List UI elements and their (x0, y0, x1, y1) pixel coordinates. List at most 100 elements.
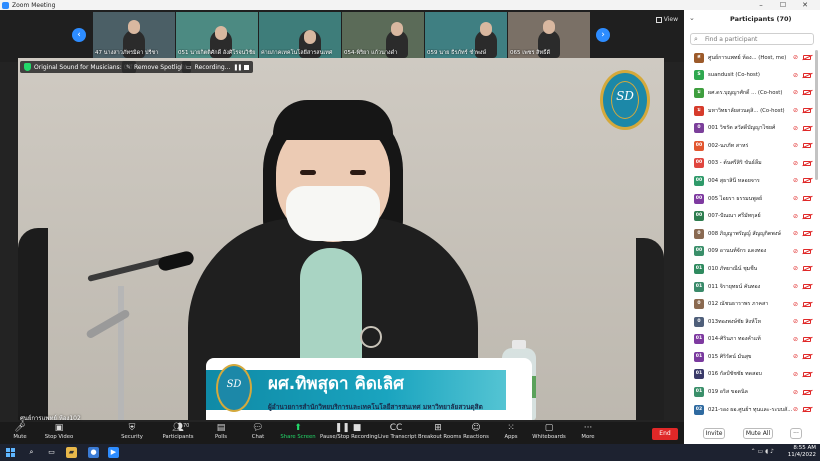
participant-row[interactable]: 0 012 ณัชนธาราพร ภาคสา ⊘ (684, 295, 814, 313)
muted-microphone-icon[interactable]: ⊘ (793, 72, 798, 79)
file-explorer-icon[interactable]: ▰ (66, 447, 77, 458)
task-view-icon[interactable]: ▭ (46, 447, 57, 458)
participant-row[interactable]: ศ ศูนย์การแพทย์ ห้อง... (Host, me) ⊘ (684, 49, 814, 67)
more-button[interactable]: ··· More (578, 422, 598, 444)
video-off-icon[interactable] (803, 319, 811, 325)
participant-search-input[interactable]: ⌕ Find a participant (690, 33, 814, 45)
participant-row[interactable]: 00 005 ไอยรา ธรรมนพูลย์ ⊘ (684, 190, 814, 208)
pause-icon[interactable]: ❚❚ (233, 64, 242, 71)
participant-row[interactable]: 01 019 อริส ขอดนิล ⊘ (684, 383, 814, 401)
participant-row[interactable]: 01 016 กัลป์ชัชชัย ทดสอบ ⊘ (684, 366, 814, 384)
security-button[interactable]: ⛨ Security (116, 422, 148, 444)
video-off-icon[interactable] (803, 389, 811, 395)
participant-row[interactable]: 00 007-ปัณณา ศรีมัทกุลย์ ⊘ (684, 207, 814, 225)
video-off-icon[interactable] (803, 196, 811, 202)
video-off-icon[interactable] (803, 266, 811, 272)
video-off-icon[interactable] (803, 371, 811, 377)
video-off-icon[interactable] (803, 354, 811, 360)
muted-microphone-icon[interactable]: ⊘ (793, 213, 798, 220)
video-off-icon[interactable] (803, 407, 811, 413)
stop-icon[interactable] (244, 64, 250, 70)
apps-button[interactable]: ⁙ Apps (500, 422, 522, 444)
pause-stop-recording-button[interactable]: ❚❚ ■ Pause/Stop Recording (320, 422, 378, 444)
muted-microphone-icon[interactable]: ⊘ (793, 125, 798, 132)
view-button[interactable]: View (655, 16, 678, 23)
maximize-button[interactable]: ☐ (772, 1, 794, 9)
video-off-icon[interactable] (803, 125, 811, 131)
system-tray[interactable]: ⌃ ▭ ◖ ♪ (751, 448, 774, 455)
invite-button[interactable]: Invite (703, 428, 725, 439)
video-off-icon[interactable] (803, 55, 811, 61)
share-screen-button[interactable]: ⬆ Share Screen (280, 422, 316, 444)
participant-thumbnail[interactable]: 059 นาย ธีรภัทร์ ชำพงษ์ (425, 12, 507, 58)
video-off-icon[interactable] (803, 213, 811, 219)
close-button[interactable]: ✕ (794, 1, 816, 9)
search-taskbar-icon[interactable]: ⌕ (26, 447, 37, 458)
muted-microphone-icon[interactable]: ⊘ (793, 89, 798, 96)
stop-video-button[interactable]: ▣ Stop Video (42, 422, 76, 444)
participant-row[interactable]: 01 015 ศิริรัตน์ มั่นสุข ⊘ (684, 348, 814, 366)
video-off-icon[interactable] (803, 231, 811, 237)
reactions-button[interactable]: ☺ Reactions (462, 422, 490, 444)
muted-microphone-icon[interactable]: ⊘ (793, 406, 798, 413)
participant-thumbnail[interactable]: 051 นายกิตติศักดิ์ อังศิโรจนวิชัย (176, 12, 258, 58)
muted-microphone-icon[interactable]: ⊘ (793, 142, 798, 149)
participant-thumbnail[interactable]: 065 เพชร สิทธิ์ดี (508, 12, 590, 58)
whiteboards-button[interactable]: ▢ Whiteboards (530, 422, 568, 444)
end-meeting-button[interactable]: End (652, 428, 678, 440)
participant-list-scrollbar[interactable] (815, 50, 818, 180)
muted-microphone-icon[interactable]: ⊘ (793, 353, 798, 360)
prev-page-button[interactable]: ‹ (72, 28, 86, 42)
participant-row[interactable]: 01 010 ภัทยาณีน์ ชุมชื่น ⊘ (684, 260, 814, 278)
windows-start-icon[interactable] (6, 448, 15, 457)
mute-all-button[interactable]: Mute All (743, 428, 773, 439)
muted-microphone-icon[interactable]: ⊘ (793, 195, 798, 202)
muted-microphone-icon[interactable]: ⊘ (793, 248, 798, 255)
video-off-icon[interactable] (803, 248, 811, 254)
muted-microphone-icon[interactable]: ⊘ (793, 265, 798, 272)
video-off-icon[interactable] (803, 108, 811, 114)
participant-row[interactable]: ม ผศ.ดร.บุญญาศักดิ์ ... (Co-host) ⊘ (684, 84, 814, 102)
muted-microphone-icon[interactable]: ⊘ (793, 283, 798, 290)
minimize-button[interactable]: – (750, 1, 772, 9)
participant-row[interactable]: 0 001 วิชรัต สวัสดิ์บัญญาไชยศ์ ⊘ (684, 119, 814, 137)
participant-row[interactable]: 00 009 อานนท์จักร แดงทอง ⊘ (684, 243, 814, 261)
participant-thumbnail[interactable]: 47 นางสาวภัทรมิดา ปรีชา (93, 12, 175, 58)
video-off-icon[interactable] (803, 72, 811, 78)
video-off-icon[interactable] (803, 336, 811, 342)
muted-microphone-icon[interactable]: ⊘ (793, 107, 798, 114)
participant-row[interactable]: ม มหาวิทยาลัยสวนดุสิ... (Co-host) ⊘ (684, 102, 814, 120)
muted-microphone-icon[interactable]: ⊘ (793, 160, 798, 167)
chrome-icon[interactable]: ● (88, 447, 99, 458)
breakout-rooms-button[interactable]: ⊞ Breakout Rooms (418, 422, 461, 444)
muted-microphone-icon[interactable]: ⊘ (793, 389, 798, 396)
muted-microphone-icon[interactable]: ⊘ (793, 336, 798, 343)
participant-row[interactable]: 01 011 จิรายุทธน์ คันทอง ⊘ (684, 278, 814, 296)
video-off-icon[interactable] (803, 90, 811, 96)
participant-row[interactable]: 0 013ทองพงษ์ชัย สิงห์โห ⊘ (684, 313, 814, 331)
zoom-taskbar-icon[interactable]: ▶ (108, 447, 119, 458)
participant-row[interactable]: 01 014-ศิรินภา ทองคำแท้ ⊘ (684, 331, 814, 349)
participant-row[interactable]: 00 004 สุธาสินี หลอยจาร ⊘ (684, 172, 814, 190)
video-off-icon[interactable] (803, 284, 811, 290)
polls-button[interactable]: ▤ Polls (208, 422, 234, 444)
participant-row[interactable]: Ssuandusit (Co-host) ⊘ (684, 67, 814, 85)
participant-thumbnail[interactable]: 054-พิริยา แก้วนางดำ (342, 12, 424, 58)
participant-row[interactable]: 02 021-รอง ผอ.ศูนย์ฯ ทุนและ-ระบบสั... ⊘ (684, 401, 814, 419)
remove-spotlight-button[interactable]: ✎ Remove Spotlight (122, 61, 192, 73)
next-page-button[interactable]: › (596, 28, 610, 42)
muted-microphone-icon[interactable]: ⊘ (793, 318, 798, 325)
participant-row[interactable]: 00 003 - ต้นศรีสิริ ขันธ์ลิ้ม ⊘ (684, 155, 814, 173)
participant-thumbnail[interactable]: ค่ายภาคเทคโนโลยีสารสนเทศ (259, 12, 341, 58)
muted-microphone-icon[interactable]: ⊘ (793, 54, 798, 61)
participants-button[interactable]: 👥︎ Participants (160, 422, 196, 444)
muted-microphone-icon[interactable]: ⊘ (793, 301, 798, 308)
chat-button[interactable]: 💬︎ Chat (246, 422, 270, 444)
video-off-icon[interactable] (803, 301, 811, 307)
participant-row[interactable]: 00 002-นภภัท สาหร่ ⊘ (684, 137, 814, 155)
chevron-down-icon[interactable]: ⌄ (689, 14, 695, 22)
video-off-icon[interactable] (803, 143, 811, 149)
panel-more-button[interactable]: ··· (790, 428, 802, 439)
video-off-icon[interactable] (803, 160, 811, 166)
participant-row[interactable]: 0 008 ภิญญาพรัญญ์ สัญญกิตพงษ์ ⊘ (684, 225, 814, 243)
